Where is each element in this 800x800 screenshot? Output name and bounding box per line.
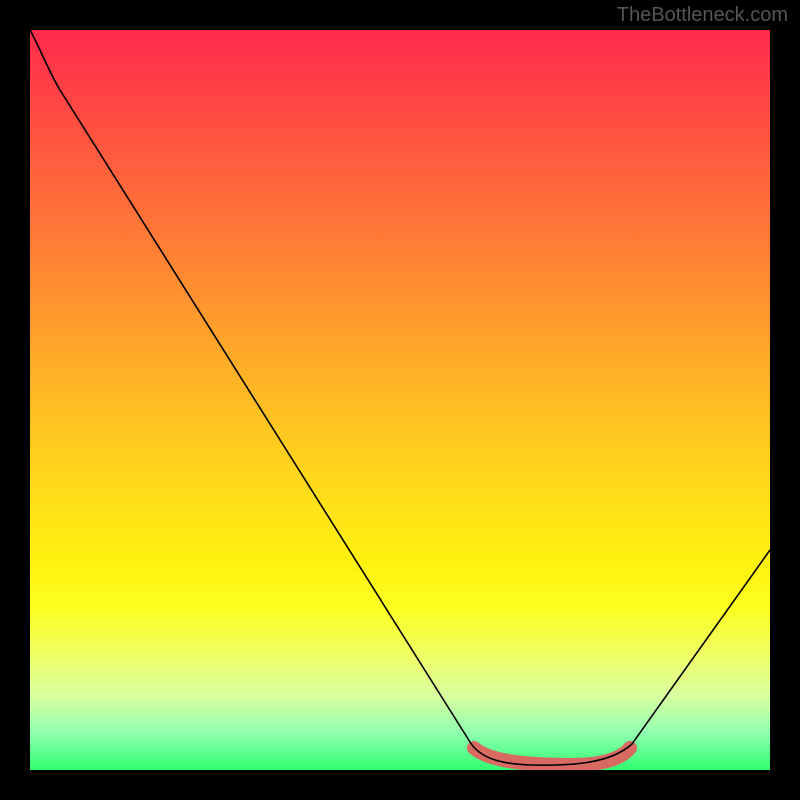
watermark-text: TheBottleneck.com	[617, 4, 788, 27]
highlight-segment	[474, 748, 630, 765]
bottleneck-curve-line	[30, 30, 770, 765]
chart-plot-area	[30, 30, 770, 770]
chart-svg	[30, 30, 770, 770]
